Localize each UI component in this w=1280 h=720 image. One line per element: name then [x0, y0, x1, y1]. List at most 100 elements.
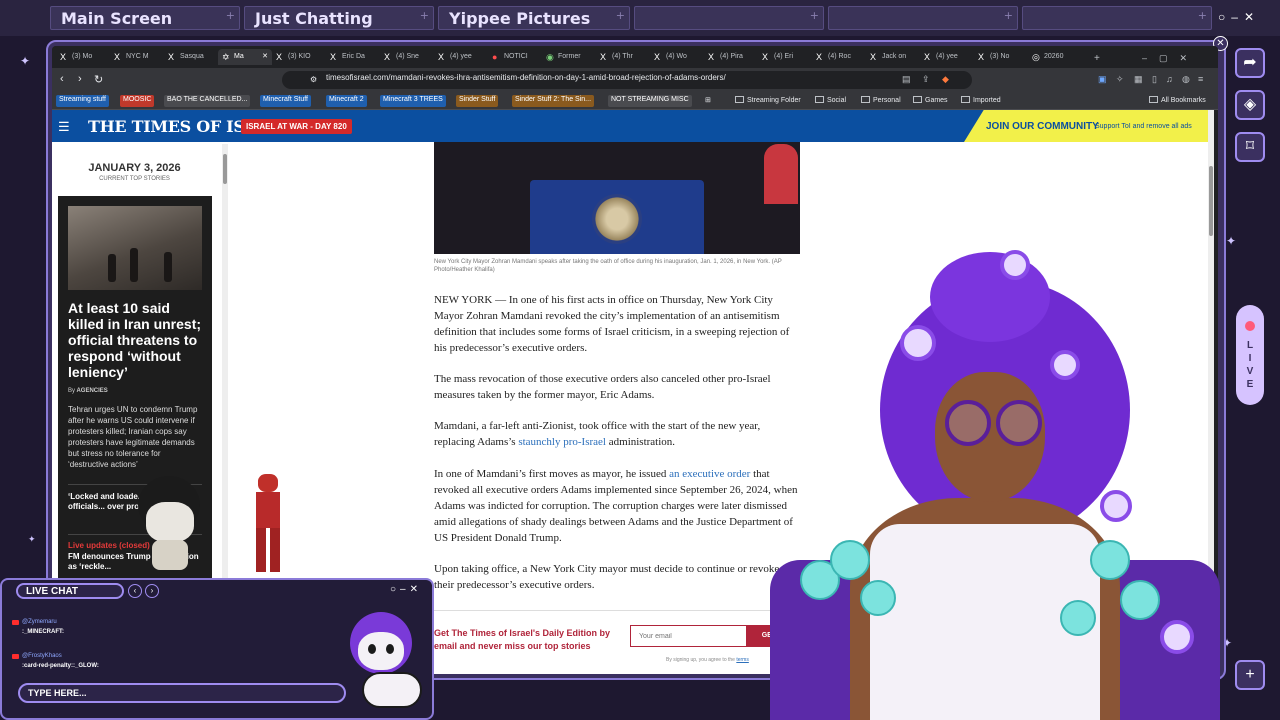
bookmark-minecraft-3[interactable]: Minecraft 3 TREES [380, 95, 446, 107]
add-icon[interactable]: + [1198, 9, 1207, 22]
browser-tab[interactable]: X (3) Mo [56, 49, 110, 65]
email-field[interactable] [630, 625, 748, 647]
new-tab-button[interactable]: + [1092, 49, 1106, 65]
inline-link[interactable]: staunchly pro-Israel [518, 436, 606, 448]
mascot-sprite [128, 476, 208, 572]
scene-tab-empty[interactable]: + [828, 6, 1018, 30]
story-summary[interactable]: Tehran urges UN to condemn Trump after h… [68, 404, 202, 470]
reload-icon[interactable]: ↻ [94, 73, 103, 86]
sidebar-scrollbar-thumb[interactable] [223, 154, 227, 184]
scene-tab-main-screen[interactable]: Main Screen + [50, 6, 240, 30]
folder-personal[interactable]: Personal [858, 95, 904, 107]
support-link[interactable]: Support ToI and remove all ads [1095, 123, 1192, 130]
folder-social[interactable]: Social [812, 95, 849, 107]
inline-link[interactable]: an executive order [669, 468, 750, 480]
add-icon[interactable]: + [810, 9, 819, 22]
browser-tab[interactable]: X (4) Sne [380, 49, 434, 65]
browser-tab[interactable]: X (3) No [974, 49, 1028, 65]
browser-tab[interactable]: ◎ 20260 [1028, 49, 1082, 65]
share-arrow-icon[interactable]: ➦ [1235, 48, 1265, 78]
menu-icon[interactable]: ≡ [1198, 74, 1203, 84]
chat-window-controls[interactable]: ○–✕ [390, 584, 422, 595]
reader-icon[interactable]: ▤ [902, 74, 911, 85]
chat-input[interactable]: TYPE HERE... [18, 683, 346, 703]
add-icon[interactable]: + [616, 9, 625, 22]
extension-icon[interactable]: ✧ [1116, 74, 1124, 85]
url-text[interactable]: timesofisrael.com/mamdani-revokes-ihra-a… [326, 73, 726, 82]
page-scrollbar-thumb[interactable] [1209, 166, 1213, 236]
browser-tab[interactable]: X Sasqua [164, 49, 218, 65]
vpn-icon[interactable]: ◍ [1182, 74, 1190, 85]
share-icon[interactable]: ⇪ [922, 74, 930, 85]
tab-label: NOTICI [504, 53, 528, 60]
extension-icon[interactable]: ▦ [1134, 74, 1143, 85]
forward-icon[interactable]: › [78, 73, 82, 85]
browser-tab[interactable]: ● NOTICI [488, 49, 542, 65]
browser-tab[interactable]: X (4) yee [434, 49, 488, 65]
terms-link[interactable]: terms [736, 657, 749, 663]
folder-imported[interactable]: Imported [958, 95, 1004, 107]
extension-icon[interactable]: ▯ [1152, 74, 1157, 85]
browser-tab[interactable]: ◉ Former [542, 49, 596, 65]
sidebar-scrollbar[interactable] [222, 144, 228, 644]
grid-icon[interactable]: ⊞ [702, 95, 714, 107]
site-info-icon[interactable]: ⚙ [310, 75, 317, 84]
browser-tab[interactable]: X (4) Roc [812, 49, 866, 65]
bookmark-icon[interactable]: ⌑ [1235, 132, 1265, 162]
chevron-left-icon[interactable]: ‹ [128, 584, 142, 598]
bookmark-bao[interactable]: BAO THE CANCELLED... [164, 95, 251, 107]
browser-window-controls[interactable]: –▢✕ [1142, 49, 1212, 65]
scene-tab-empty[interactable]: + [634, 6, 824, 30]
story-image[interactable] [68, 206, 202, 290]
add-icon[interactable]: + [1004, 9, 1013, 22]
add-icon[interactable]: + [226, 9, 235, 22]
back-icon[interactable]: ‹ [60, 73, 64, 85]
story-headline[interactable]: At least 10 said killed in Iran unrest; … [68, 300, 208, 380]
chat-mascot [346, 606, 430, 716]
join-community-link[interactable]: JOIN OUR COMMUNITY [986, 121, 1099, 132]
article-body: New York City Mayor Zohran Mamdani speak… [434, 142, 800, 674]
bookmark-minecraft-stuff[interactable]: Minecraft Stuff [260, 95, 312, 107]
browser-tab[interactable]: X NYC M [110, 49, 164, 65]
jacket-fluff [1090, 540, 1130, 580]
article-photo[interactable] [434, 142, 800, 254]
bookmark-moosic[interactable]: MOOSIC [120, 95, 155, 107]
window-controls[interactable]: ○–✕ [1218, 10, 1260, 24]
hamburger-menu-icon[interactable]: ☰ [58, 119, 70, 135]
chevron-right-icon[interactable]: › [145, 584, 159, 598]
folder-games[interactable]: Games [910, 95, 951, 107]
folder-streaming[interactable]: Streaming Folder [732, 95, 804, 107]
browser-tab[interactable]: X (4) Wo [650, 49, 704, 65]
browser-tab[interactable]: X Eric Da [326, 49, 380, 65]
browser-tab[interactable]: X (4) Pira [704, 49, 758, 65]
browser-tab[interactable]: X Jack on [866, 49, 920, 65]
scene-tab-yippee-pictures[interactable]: Yippee Pictures + [438, 6, 630, 30]
war-day-badge[interactable]: ISRAEL AT WAR - DAY 820 [241, 119, 352, 134]
music-icon[interactable]: ♫ [1166, 74, 1173, 84]
browser-tab-active[interactable]: ✡ Ma ✕ [218, 49, 272, 65]
byline-author[interactable]: AGENCIES [76, 388, 107, 394]
tab-favicon-icon: X [870, 52, 877, 62]
close-tab-icon[interactable]: ✕ [262, 52, 268, 60]
mascot-body [152, 540, 188, 570]
scene-tab-empty[interactable]: + [1022, 6, 1212, 30]
tab-strip: X (3) Mo X NYC M X Sasqua ✡ Ma ✕ X (3) KIO X Er… [52, 46, 1218, 68]
bookmark-streaming-stuff[interactable]: Streaming stuff [56, 95, 109, 107]
brave-shield-icon[interactable]: ◆ [942, 74, 949, 85]
bookmark-sinder-stuff-2[interactable]: Sinder Stuff 2: The Sin... [512, 95, 595, 107]
person-silhouette [764, 144, 798, 204]
bookmark-minecraft-2[interactable]: Minecraft 2 [326, 95, 367, 107]
tab-favicon-icon: X [438, 52, 445, 62]
browser-tab[interactable]: X (4) yee [920, 49, 974, 65]
scene-tab-just-chatting[interactable]: Just Chatting + [244, 6, 434, 30]
all-bookmarks[interactable]: All Bookmarks [1146, 95, 1209, 107]
browser-tab[interactable]: X (3) KIO [272, 49, 326, 65]
tag-icon[interactable]: ◈ [1235, 90, 1265, 120]
bookmark-sinder-stuff[interactable]: Sinder Stuff [456, 95, 499, 107]
add-icon[interactable]: + [420, 9, 429, 22]
browser-tab[interactable]: X (4) Eri [758, 49, 812, 65]
extension-icon[interactable]: ▣ [1098, 74, 1107, 85]
bookmark-not-streaming[interactable]: NOT STREAMING MISC [608, 95, 692, 107]
add-icon[interactable]: + [1235, 660, 1265, 690]
browser-tab[interactable]: X (4) Thr [596, 49, 650, 65]
